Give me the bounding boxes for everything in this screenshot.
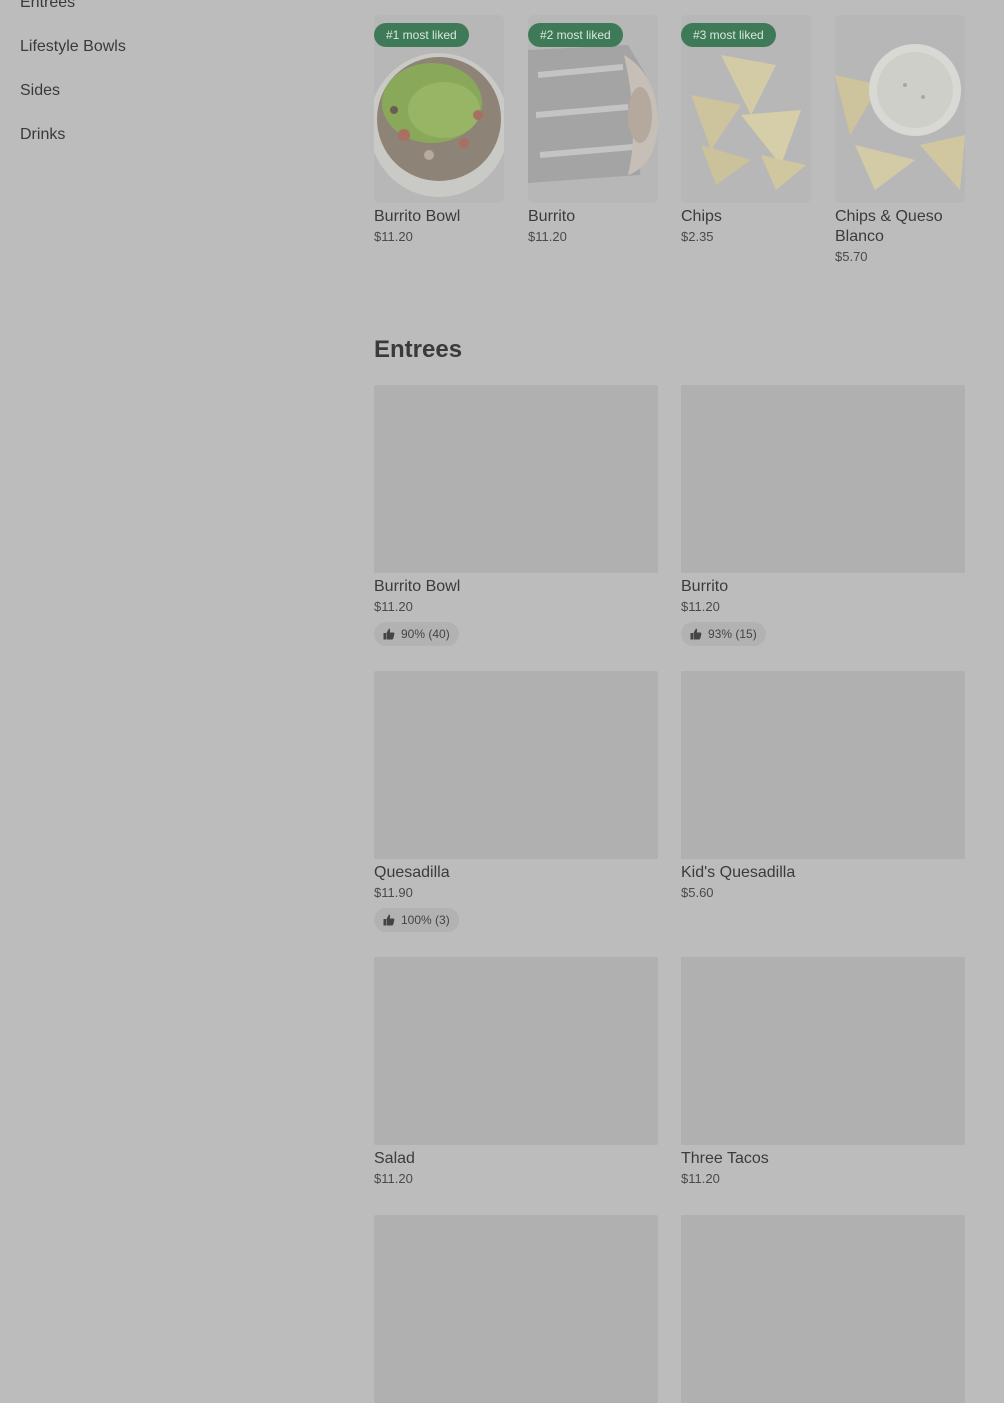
entree-card[interactable]: Burrito Bowl $11.20 90% (40) <box>374 385 658 646</box>
entree-card[interactable]: Salad $11.20 <box>374 957 658 1186</box>
chips-image: #3 most liked <box>681 15 811 203</box>
popular-item-name: Burrito <box>528 208 576 225</box>
entree-name: Three Tacos <box>681 1150 769 1167</box>
rating-badge: 93% (15) <box>681 622 766 646</box>
popular-item-price: $5.70 <box>835 249 868 264</box>
popular-item-card[interactable]: Chips & Queso Blanco $5.70 <box>835 15 965 264</box>
entree-card[interactable]: Quesadilla $11.90 100% (3) <box>374 671 658 932</box>
sidebar-item-lifestyle-bowls[interactable]: Lifestyle Bowls <box>20 38 126 56</box>
entree-card[interactable]: Three Tacos $11.20 <box>681 957 965 1186</box>
entree-name: Kid's Quesadilla <box>681 864 796 881</box>
burrito-image: #2 most liked <box>528 15 658 203</box>
rating-text: 93% (15) <box>708 627 757 641</box>
rating-badge: 100% (3) <box>374 908 459 932</box>
thumbs-up-icon <box>690 628 702 640</box>
rating-badge: 90% (40) <box>374 622 459 646</box>
thumbs-up-icon <box>383 914 395 926</box>
entree-name: Quesadilla <box>374 864 450 881</box>
entree-name: Burrito <box>681 578 729 595</box>
popular-item-name: Burrito Bowl <box>374 208 461 225</box>
rating-text: 100% (3) <box>401 913 450 927</box>
burrito-bowl-image: #1 most liked <box>374 15 504 203</box>
popular-item-name: Chips & Queso Blanco <box>835 208 943 245</box>
popular-item-card[interactable]: #3 most liked Chips $2.35 <box>681 15 811 244</box>
section-title-entrees: Entrees <box>374 336 463 363</box>
sidebar-item-entrees[interactable]: Entrees <box>20 0 75 12</box>
entree-price: $11.90 <box>374 885 413 900</box>
chips-queso-image <box>835 15 965 203</box>
entree-image-placeholder <box>374 1215 658 1403</box>
popular-item-name: Chips <box>681 208 722 225</box>
popular-item-card[interactable]: #1 most liked Burrito Bowl $11.20 <box>374 15 504 244</box>
entree-image-placeholder <box>681 671 965 859</box>
entree-name: Salad <box>374 1150 415 1167</box>
entree-image-placeholder <box>374 671 658 859</box>
sidebar-item-drinks[interactable]: Drinks <box>20 126 65 144</box>
entree-image-placeholder <box>681 957 965 1145</box>
popular-item-card[interactable]: #2 most liked Burrito $11.20 <box>528 15 658 244</box>
thumbs-up-icon <box>383 628 395 640</box>
popular-item-price: $2.35 <box>681 229 714 244</box>
entree-card[interactable] <box>374 1215 658 1403</box>
sidebar-item-sides[interactable]: Sides <box>20 82 60 100</box>
rating-text: 90% (40) <box>401 627 450 641</box>
most-liked-badge: #2 most liked <box>528 23 623 47</box>
entree-price: $11.20 <box>681 1171 720 1186</box>
entree-card[interactable]: Kid's Quesadilla $5.60 <box>681 671 965 900</box>
entree-name: Burrito Bowl <box>374 578 461 595</box>
entree-price: $11.20 <box>374 1171 413 1186</box>
entree-price: $11.20 <box>681 599 720 614</box>
entree-card[interactable]: Burrito $11.20 93% (15) <box>681 385 965 646</box>
entree-image-placeholder <box>374 957 658 1145</box>
entree-image-placeholder <box>681 1215 965 1403</box>
popular-item-price: $11.20 <box>528 229 567 244</box>
most-liked-badge: #3 most liked <box>681 23 776 47</box>
entree-price: $11.20 <box>374 599 413 614</box>
entree-image-placeholder <box>374 385 658 573</box>
entree-card[interactable] <box>681 1215 965 1403</box>
entree-price: $5.60 <box>681 885 714 900</box>
most-liked-row: #1 most liked Burrito Bowl $11.20 #2 mos… <box>374 15 965 275</box>
entree-image-placeholder <box>681 385 965 573</box>
most-liked-badge: #1 most liked <box>374 23 469 47</box>
popular-item-price: $11.20 <box>374 229 413 244</box>
